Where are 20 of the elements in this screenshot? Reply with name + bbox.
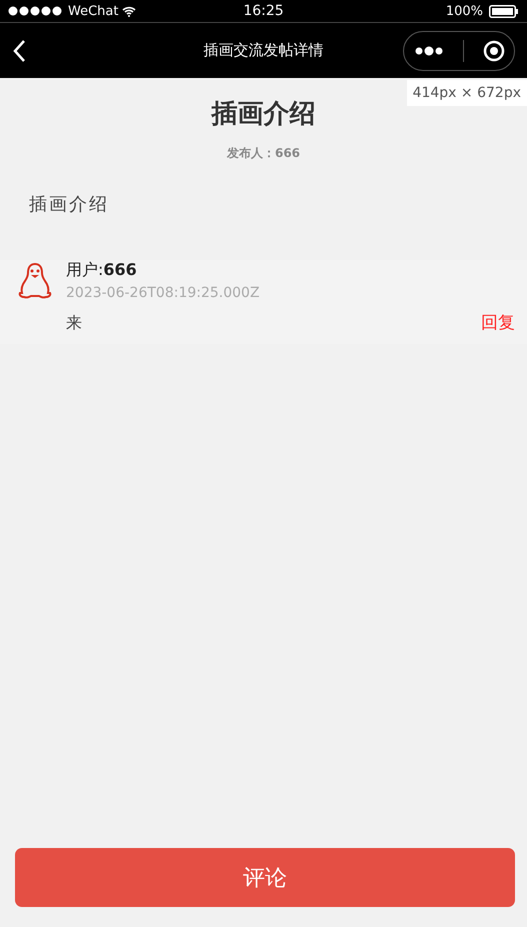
battery-icon: [488, 4, 519, 18]
wifi-icon: [122, 6, 136, 16]
reply-link[interactable]: 回复: [481, 311, 515, 334]
page-title: 插画交流发帖详情: [204, 41, 324, 59]
penguin-icon: [18, 262, 52, 300]
comment-username: 用户:666: [66, 260, 138, 281]
post-title: 插画介绍: [210, 98, 316, 131]
size-overlay: 414px × 672px: [406, 80, 527, 106]
post-author: 发布人：666: [226, 145, 302, 162]
post-body: 插画介绍: [29, 193, 110, 216]
signal-icon: [8, 6, 64, 16]
clock-time: 16:25: [243, 3, 284, 19]
close-icon[interactable]: [482, 40, 504, 62]
comment-time: 2023-06-26T08:19:25.000Z: [66, 285, 261, 301]
back-icon[interactable]: [12, 38, 26, 62]
battery-percent: 100%: [446, 4, 483, 18]
more-icon[interactable]: [414, 46, 444, 56]
comment-button[interactable]: 评论: [15, 848, 515, 907]
comment-text: 来: [66, 313, 83, 334]
carrier-name: WeChat: [68, 4, 118, 18]
